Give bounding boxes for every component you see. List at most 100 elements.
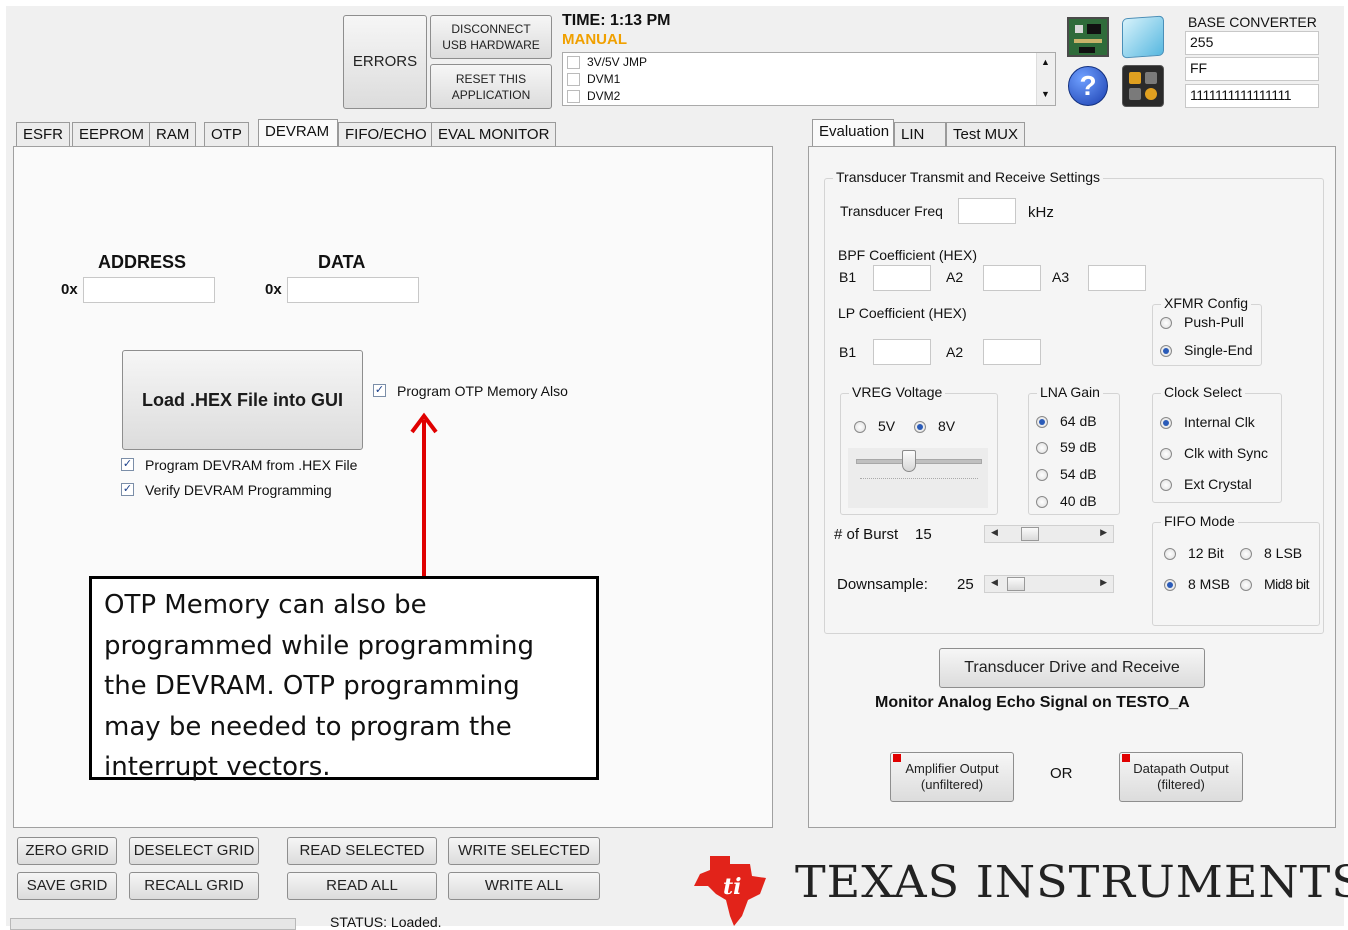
program-otp-checkbox[interactable]: ✓ Program OTP Memory Also [373,383,573,401]
slider-thumb[interactable] [902,450,916,472]
vreg-8v-radio[interactable]: 8V [914,418,964,436]
verify-devram-checkbox[interactable]: ✓ Verify DEVRAM Programming [121,482,361,500]
lna-64db-radio[interactable]: 64 dB [1036,413,1116,431]
tab-fifo-echo[interactable]: FIFO/ECHO [338,122,434,146]
bpf-b1-input[interactable] [873,265,931,291]
fifo-mid8-radio[interactable]: Mid8 bit [1240,576,1316,594]
read-all-button[interactable]: READ ALL [287,872,437,900]
lna-59db-radio[interactable]: 59 dB [1036,439,1116,457]
scroll-left-icon[interactable]: ◀ [991,577,998,588]
tab-test-mux[interactable]: Test MUX [946,122,1026,146]
radio-button[interactable] [1160,479,1172,491]
recall-grid-button[interactable]: RECALL GRID [129,872,259,900]
radio-button[interactable] [1036,496,1048,508]
base-converter-hex[interactable]: FF [1185,57,1319,81]
check-icon[interactable]: ✓ [121,483,134,496]
vreg-slider[interactable] [848,448,988,508]
xfmr-single-end-radio[interactable]: Single-End [1160,342,1260,360]
clock-internal-radio[interactable]: Internal Clk [1160,414,1278,432]
base-converter-binary[interactable]: 1111111111111111 [1185,84,1319,108]
read-selected-button[interactable]: READ SELECTED [287,837,437,865]
fifo-8lsb-radio[interactable]: 8 LSB [1240,545,1316,563]
radio-button[interactable] [1036,469,1048,481]
errors-button[interactable]: ERRORS [343,15,427,109]
radio-button[interactable] [1160,345,1172,357]
gear-app-icon[interactable] [1122,65,1164,107]
tab-ram[interactable]: RAM [149,122,197,146]
load-hex-button[interactable]: Load .HEX File into GUI [122,350,363,450]
checklist-scrollbar[interactable]: ▲ ▼ [1036,53,1055,105]
data-input[interactable] [287,277,419,303]
address-input[interactable] [83,277,215,303]
fifo-12bit-radio[interactable]: 12 Bit [1164,545,1234,563]
radio-button[interactable] [1240,579,1252,591]
checkbox[interactable] [567,90,580,103]
fifo-option-label: Mid8 bit [1264,576,1310,592]
radio-button[interactable] [1160,448,1172,460]
write-selected-button[interactable]: WRITE SELECTED [448,837,600,865]
lp-b1-input[interactable] [873,339,931,365]
disconnect-usb-button[interactable]: DISCONNECT USB HARDWARE [430,15,552,59]
tab-devram[interactable]: DEVRAM [258,119,338,146]
clock-option-label: Internal Clk [1184,414,1255,430]
downsample-scrollbar[interactable]: ◀ ▶ [984,575,1114,593]
hardware-checklist[interactable]: 3V/5V JMP DVM1 DVM2 ▲ ▼ [562,52,1056,106]
base-converter-decimal[interactable]: 255 [1185,31,1319,55]
datapath-output-button[interactable]: Datapath Output (filtered) [1119,752,1243,802]
radio-button[interactable] [1160,417,1172,429]
lna-54db-radio[interactable]: 54 dB [1036,466,1116,484]
board-icon[interactable] [1067,17,1109,57]
base-converter-title: BASE CONVERTER [1188,14,1317,30]
radio-button[interactable] [1240,548,1252,560]
radio-button[interactable] [1036,416,1048,428]
transducer-drive-button[interactable]: Transducer Drive and Receive [939,648,1205,688]
checkbox[interactable] [567,73,580,86]
scroll-up-icon[interactable]: ▲ [1041,57,1050,67]
scroll-thumb[interactable] [1007,577,1025,591]
tab-esfr[interactable]: ESFR [16,122,71,146]
check-icon[interactable]: ✓ [373,384,386,397]
bpf-a2-input[interactable] [983,265,1041,291]
reset-application-button[interactable]: RESET THIS APPLICATION [430,64,552,109]
xfmr-push-pull-radio[interactable]: Push-Pull [1160,314,1260,332]
zero-grid-button[interactable]: ZERO GRID [17,837,117,865]
radio-button[interactable] [1036,442,1048,454]
save-grid-button[interactable]: SAVE GRID [17,872,117,900]
or-label: OR [1050,765,1073,782]
program-devram-checkbox[interactable]: ✓ Program DEVRAM from .HEX File [121,457,361,475]
scroll-right-icon[interactable]: ▶ [1100,527,1107,538]
tab-evaluation[interactable]: Evaluation [812,119,894,146]
scroll-left-icon[interactable]: ◀ [991,527,998,538]
window-icon[interactable] [1122,15,1164,59]
radio-button[interactable] [854,421,866,433]
xfmr-single-label: Single-End [1184,342,1253,358]
write-all-button[interactable]: WRITE ALL [448,872,600,900]
deselect-grid-button[interactable]: DESELECT GRID [129,837,259,865]
radio-button[interactable] [914,421,926,433]
checkbox[interactable] [567,56,580,69]
lna-40db-radio[interactable]: 40 dB [1036,493,1116,511]
xfmr-push-label: Push-Pull [1184,314,1244,330]
tab-eval-monitor[interactable]: EVAL MONITOR [431,122,557,146]
burst-scrollbar[interactable]: ◀ ▶ [984,525,1114,543]
bpf-a3-input[interactable] [1088,265,1146,291]
transducer-freq-input[interactable] [958,198,1016,224]
scroll-thumb[interactable] [1021,527,1039,541]
radio-button[interactable] [1164,579,1176,591]
clock-sync-radio[interactable]: Clk with Sync [1160,445,1278,463]
vreg-5v-radio[interactable]: 5V [854,418,904,436]
clock-crystal-radio[interactable]: Ext Crystal [1160,476,1278,494]
check-icon[interactable]: ✓ [121,458,134,471]
tab-eeprom[interactable]: EEPROM [72,122,152,146]
lp-a2-input[interactable] [983,339,1041,365]
tab-otp[interactable]: OTP [204,122,249,146]
fifo-8msb-radio[interactable]: 8 MSB [1164,576,1234,594]
amplifier-output-button[interactable]: Amplifier Output (unfiltered) [890,752,1014,802]
help-icon[interactable]: ? [1067,65,1109,107]
lp-label: LP Coefficient (HEX) [838,305,967,321]
scroll-down-icon[interactable]: ▼ [1041,89,1050,99]
radio-button[interactable] [1164,548,1176,560]
radio-button[interactable] [1160,317,1172,329]
tab-lin[interactable]: LIN [894,122,946,146]
scroll-right-icon[interactable]: ▶ [1100,577,1107,588]
